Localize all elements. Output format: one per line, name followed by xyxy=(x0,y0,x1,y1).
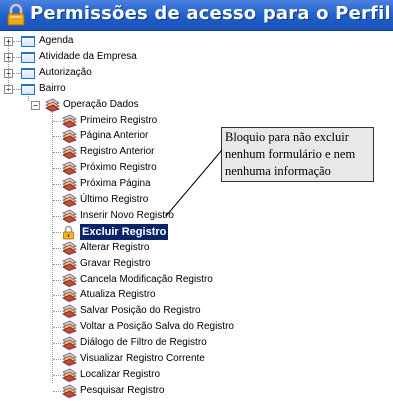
folder-icon xyxy=(21,51,35,63)
tree-item-label: Próximo Registro xyxy=(80,162,157,174)
operation-icon xyxy=(62,257,77,271)
operation-icon xyxy=(45,98,60,112)
tree-item[interactable]: + Atividade da Empresa xyxy=(0,49,200,65)
operation-icon xyxy=(62,129,77,144)
permissions-tree[interactable]: + Agenda + Atividade da Empresa + Autorização… xyxy=(0,31,393,401)
callout-line-1: Bloquio para não excluir xyxy=(225,130,349,144)
tree-item[interactable]: Atualiza Registro xyxy=(0,287,260,303)
operation-icon xyxy=(62,368,77,382)
folder-icon xyxy=(21,36,35,47)
tree-connector xyxy=(53,200,61,201)
tree-item[interactable]: − Bairro xyxy=(0,81,200,97)
tree-connector xyxy=(53,231,61,233)
tree-connector xyxy=(53,311,61,313)
tree-item-label: Visualizar Registro Corrente xyxy=(80,353,205,364)
operation-icon xyxy=(62,114,77,128)
tree-connector xyxy=(53,390,61,392)
tree-connector xyxy=(53,374,61,376)
folder-icon xyxy=(21,67,35,79)
tree-item-label: Registro Anterior xyxy=(80,146,155,158)
tree-connector xyxy=(13,88,21,90)
tree-item-label: Cancela Modificação Registro xyxy=(80,273,213,285)
tree-item[interactable]: Diálogo de Filtro de Registro xyxy=(0,335,260,351)
tree-connector xyxy=(53,168,61,170)
collapse-icon[interactable]: − xyxy=(31,100,40,110)
tree-connector xyxy=(53,327,61,329)
tree-item-label: Voltar a Posição Salva do Registro xyxy=(80,321,234,333)
tree-connector xyxy=(28,92,29,101)
tree-connector xyxy=(13,56,21,58)
tree-connector xyxy=(53,359,61,360)
tree-connector xyxy=(53,263,61,265)
tree-item-label: Bairro xyxy=(39,82,66,94)
tree-item-label: Excluir Registro xyxy=(80,223,169,240)
window-title: Permissões de acesso para o Perfil xyxy=(30,3,391,24)
lock-icon xyxy=(63,225,74,240)
tree-item-label: Atividade da Empresa xyxy=(39,50,137,62)
annotation-callout: Bloquio para não excluir nenhum formulár… xyxy=(221,127,374,182)
tree-connector xyxy=(53,152,61,154)
tree-item-label: Último Registro xyxy=(80,194,149,205)
tree-item[interactable]: + Agenda xyxy=(0,33,200,49)
tree-item-label: Salvar Posição do Registro xyxy=(80,305,201,317)
tree-item-label: Pesquisar Registro xyxy=(80,384,165,396)
operation-icon xyxy=(62,304,77,319)
lock-icon xyxy=(7,4,25,26)
tree-item-label: Diálogo de Filtro de Registro xyxy=(80,337,207,349)
tree-item[interactable]: + Autorização xyxy=(0,65,200,81)
tree-connector xyxy=(53,343,61,345)
tree-item-selected[interactable]: Excluir Registro xyxy=(0,223,260,240)
tree-item-label: Inserir Novo Registro xyxy=(80,209,174,221)
tree-item[interactable]: Localizar Registro xyxy=(0,367,260,383)
tree-item-label: Gravar Registro xyxy=(80,257,151,269)
operation-icon xyxy=(62,193,77,207)
tree-item-label: Atualiza Registro xyxy=(80,289,156,301)
tree-item[interactable]: Alterar Registro xyxy=(0,240,260,256)
operation-icon xyxy=(62,241,77,255)
callout-line-3: nenhuma informação xyxy=(225,164,331,178)
tree-item[interactable]: Voltar a Posição Salva do Registro xyxy=(0,319,260,335)
tree-item-label: Autorização xyxy=(39,66,92,78)
tree-item-label: Página Anterior xyxy=(80,130,149,142)
tree-connector xyxy=(53,215,61,217)
operation-icon xyxy=(62,336,77,351)
tree-connector xyxy=(8,43,9,91)
tree-item-label: Agenda xyxy=(39,35,74,46)
operation-icon xyxy=(62,209,77,223)
tree-item[interactable]: Salvar Posição do Registro xyxy=(0,303,260,319)
operation-icon xyxy=(62,177,77,192)
tree-connector xyxy=(53,279,61,281)
tree-connector xyxy=(13,72,21,74)
operation-icon xyxy=(62,273,77,287)
tree-connector xyxy=(53,120,61,122)
operation-icon xyxy=(62,384,77,398)
tree-item-label: Localizar Registro xyxy=(80,368,161,380)
tree-group-operacao-dados[interactable]: − Operação Dados xyxy=(0,92,200,113)
tree-item-label: Alterar Registro xyxy=(80,241,150,253)
tree-item[interactable]: Cancela Modificação Registro xyxy=(0,272,260,288)
tree-item[interactable]: Último Registro xyxy=(0,192,260,208)
tree-connector xyxy=(53,295,61,297)
tree-item-label: Primeiro Registro xyxy=(80,114,158,126)
tree-item[interactable]: Gravar Registro xyxy=(0,256,260,272)
tree-connector xyxy=(53,136,61,138)
title-bar: Permissões de acesso para o Perfil xyxy=(0,0,393,31)
tree-connector xyxy=(13,41,21,42)
operation-icon xyxy=(62,161,77,176)
tree-item[interactable]: Visualizar Registro Corrente xyxy=(0,351,260,367)
tree-item[interactable]: Inserir Novo Registro xyxy=(0,208,260,224)
operation-icon xyxy=(62,320,77,335)
tree-item-label: Próxima Página xyxy=(80,178,151,190)
operation-icon xyxy=(62,288,77,303)
tree-item[interactable]: Pesquisar Registro xyxy=(0,383,260,399)
tree-connector xyxy=(53,247,61,249)
operation-icon xyxy=(62,352,77,366)
tree-connector xyxy=(53,184,61,186)
tree-item-label: Operação Dados xyxy=(63,98,139,110)
operation-icon xyxy=(62,145,77,160)
callout-line-2: nenhum formulário e nem xyxy=(225,147,356,161)
